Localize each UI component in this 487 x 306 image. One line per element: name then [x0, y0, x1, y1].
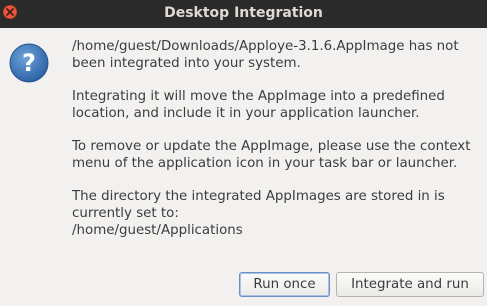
message-not-integrated: /home/guest/Downloads/Apploye-3.1.6.AppI… — [72, 39, 459, 71]
applications-directory-path: /home/guest/Applications — [72, 223, 243, 238]
message-integration-info: Integrating it will move the AppImage in… — [72, 89, 445, 121]
title-bar[interactable]: Desktop Integration — [0, 0, 487, 28]
dialog-message: /home/guest/Downloads/Apploye-3.1.6.AppI… — [72, 38, 477, 239]
desktop-integration-dialog: Desktop Integration ? /home/guest/Downlo… — [0, 0, 487, 306]
run-once-button[interactable]: Run once — [239, 272, 330, 297]
window-title: Desktop Integration — [164, 5, 323, 21]
svg-text:?: ? — [22, 49, 36, 77]
integrate-and-run-button[interactable]: Integrate and run — [336, 272, 484, 297]
message-remove-update-info: To remove or update the AppImage, please… — [72, 139, 471, 171]
question-icon: ? — [9, 43, 49, 83]
message-directory-info: The directory the integrated AppImages a… — [72, 189, 445, 238]
